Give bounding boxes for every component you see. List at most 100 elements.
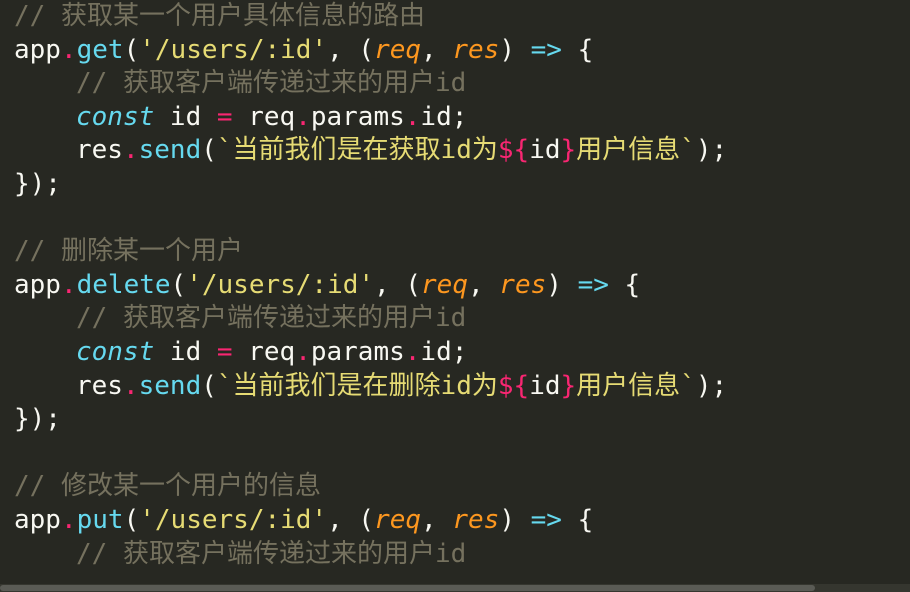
code-line[interactable] [14, 437, 910, 471]
code-token: send [138, 370, 202, 401]
code-token: } [560, 370, 577, 401]
code-token: id [154, 336, 217, 367]
code-line[interactable]: res.send(`当前我们是在获取id为${id}用户信息`); [14, 134, 910, 168]
code-token: ( [201, 135, 217, 166]
code-token: // 获取客户端传递过来的用户id [76, 68, 467, 99]
code-token: const [76, 101, 155, 132]
code-token: , ( [374, 269, 422, 300]
code-token: // 获取某一个用户具体信息的路由 [14, 1, 425, 31]
code-token: . [404, 336, 421, 367]
code-token: . [295, 336, 311, 367]
code-token: app [14, 34, 61, 65]
code-line[interactable]: }); [14, 168, 910, 202]
scrollbar-thumb[interactable] [0, 585, 815, 591]
code-token: ) [499, 34, 531, 65]
code-token: . [60, 269, 77, 300]
code-editor[interactable]: // 获取某一个用户具体信息的路由 app.get('/users/:id', (… [0, 0, 910, 592]
code-token: '/users/:id' [186, 269, 375, 300]
code-line[interactable]: res.send(`当前我们是在删除id为${id}用户信息`); [14, 370, 910, 404]
code-token: { [561, 34, 594, 65]
code-line[interactable]: // 修改某一个用户的信息 [14, 470, 910, 504]
code-token: put [76, 504, 124, 535]
code-token: app [14, 269, 61, 300]
code-token: , ( [327, 34, 375, 65]
code-token: . [404, 101, 421, 132]
code-token: => [577, 269, 609, 300]
code-token: }); [14, 404, 61, 435]
code-token: , [421, 504, 453, 535]
code-token: } [560, 135, 577, 166]
code-token: ( [123, 34, 140, 65]
code-token: // 获取客户端传递过来的用户id [76, 538, 467, 569]
code-token: ); [695, 135, 728, 166]
code-token: res [452, 34, 500, 65]
code-token: send [138, 135, 202, 166]
code-line[interactable]: // 获取客户端传递过来的用户id [14, 302, 910, 336]
code-token: params [310, 101, 405, 132]
code-line[interactable]: // 获取客户端传递过来的用户id [14, 538, 910, 572]
code-token: res [76, 370, 123, 401]
code-token: ) [499, 504, 531, 535]
code-token: }); [14, 168, 61, 199]
code-line[interactable] [14, 202, 910, 236]
code-token: id [529, 135, 561, 166]
code-token: 用户信息` [576, 370, 696, 401]
code-token: delete [76, 269, 171, 300]
code-token: res [76, 135, 123, 166]
code-line[interactable]: }); [14, 403, 910, 437]
code-token: res [499, 269, 547, 300]
code-token: = [216, 101, 233, 132]
code-line[interactable]: // 获取某一个用户具体信息的路由 [14, 0, 910, 34]
code-token: . [60, 34, 77, 65]
code-token: ) [546, 269, 578, 300]
code-token: params [310, 336, 405, 367]
code-area[interactable]: // 获取某一个用户具体信息的路由 app.get('/users/:id', (… [14, 0, 910, 571]
code-token: . [122, 370, 139, 401]
code-token: , ( [327, 504, 375, 535]
code-token: ${ [497, 370, 530, 401]
code-token: = [216, 336, 233, 367]
code-token: // 获取客户端传递过来的用户id [76, 303, 467, 334]
horizontal-scrollbar[interactable] [0, 584, 910, 592]
code-token: { [608, 269, 641, 300]
code-token: const [76, 336, 155, 367]
code-token: req [374, 504, 422, 535]
code-token: '/users/:id' [139, 34, 328, 65]
code-token: `当前我们是在获取id为 [216, 135, 498, 166]
code-token: . [60, 504, 77, 535]
code-token: app [14, 504, 61, 535]
code-token: ( [170, 269, 187, 300]
code-token: => [530, 34, 562, 65]
code-token: ( [123, 504, 140, 535]
code-token: '/users/:id' [139, 504, 328, 535]
code-token: => [530, 504, 562, 535]
code-token: . [295, 101, 311, 132]
code-token: // 删除某一个用户 [14, 236, 243, 267]
code-token: // 修改某一个用户的信息 [14, 471, 321, 502]
code-token: 用户信息` [576, 135, 696, 166]
code-token: , [467, 269, 500, 300]
code-token: res [452, 504, 500, 535]
code-token: id; [420, 336, 468, 367]
code-token: { [561, 504, 594, 535]
code-token: req [232, 336, 296, 367]
code-token: ( [201, 370, 217, 401]
code-token: req [421, 269, 468, 300]
code-token: req [232, 101, 296, 132]
code-token: ${ [497, 135, 530, 166]
code-token: `当前我们是在删除id为 [216, 370, 498, 401]
code-token: id [529, 370, 561, 401]
code-line[interactable]: app.get('/users/:id', (req, res) => { [14, 34, 910, 68]
code-line[interactable]: app.delete('/users/:id', (req, res) => { [14, 269, 910, 303]
code-token: id; [420, 101, 468, 132]
code-token: , [421, 34, 453, 65]
code-line[interactable]: // 删除某一个用户 [14, 235, 910, 269]
code-line[interactable]: const id = req.params.id; [14, 101, 910, 135]
code-line[interactable]: const id = req.params.id; [14, 336, 910, 370]
code-token: id [154, 101, 217, 132]
code-token: . [122, 135, 139, 166]
code-token: ); [695, 370, 728, 401]
code-line[interactable]: // 获取客户端传递过来的用户id [14, 67, 910, 101]
code-token: req [374, 34, 422, 65]
code-line[interactable]: app.put('/users/:id', (req, res) => { [14, 504, 910, 538]
